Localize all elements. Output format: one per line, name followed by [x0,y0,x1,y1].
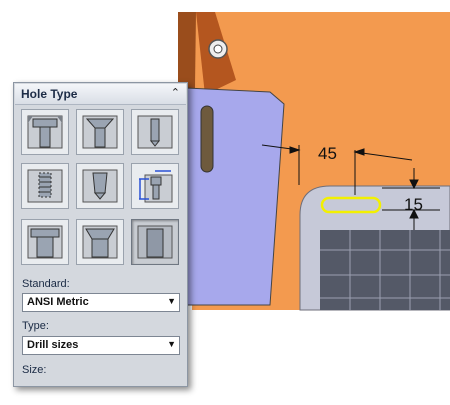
countersink-slot-button[interactable] [76,219,124,265]
chevron-down-icon[interactable]: ▼ [167,296,176,306]
legacy-hole-icon [139,170,173,203]
tapered-pipe-tap-hole-icon [82,169,118,203]
counterbore-hole-icon [27,115,63,149]
countersink-hole-button[interactable] [76,109,124,155]
chevron-down-icon[interactable]: ▼ [167,339,176,349]
panel-title: Hole Type [21,87,78,101]
tapped-hole-icon [27,169,63,203]
tapered-pipe-tap-hole-button[interactable] [76,163,124,209]
bolt-hole [213,44,223,54]
type-label: Type: [22,320,49,332]
size-label: Size: [22,364,47,376]
side-plate-slot [200,105,214,173]
dimension-horizontal-label[interactable]: 45 [318,144,337,164]
double-chevron-up-icon[interactable]: ⌃ [171,86,180,99]
tapped-hole-button[interactable] [21,163,69,209]
type-select[interactable]: Drill sizes ▼ [22,336,180,355]
hole-type-panel: Hole Type ⌃ Standard: ANSI Metric ▼ Type… [13,82,188,387]
counterbore-hole-button[interactable] [21,109,69,155]
simple-hole-button[interactable] [131,109,179,155]
slot-button[interactable] [131,219,179,265]
grid-panel [320,230,450,310]
panel-header[interactable]: Hole Type ⌃ [15,84,186,105]
countersink-hole-icon [82,115,118,149]
counterbore-slot-button[interactable] [21,219,69,265]
standard-select-value: ANSI Metric [27,296,89,308]
type-select-value: Drill sizes [27,339,79,351]
standard-select[interactable]: ANSI Metric ▼ [22,293,180,312]
countersink-slot-icon [82,225,118,259]
simple-hole-icon [137,115,173,149]
dimension-vertical-label[interactable]: 15 [404,195,423,215]
standard-label: Standard: [22,278,70,290]
counterbore-slot-icon [27,225,63,259]
slot-icon [137,225,173,259]
legacy-hole-button[interactable] [131,163,179,209]
